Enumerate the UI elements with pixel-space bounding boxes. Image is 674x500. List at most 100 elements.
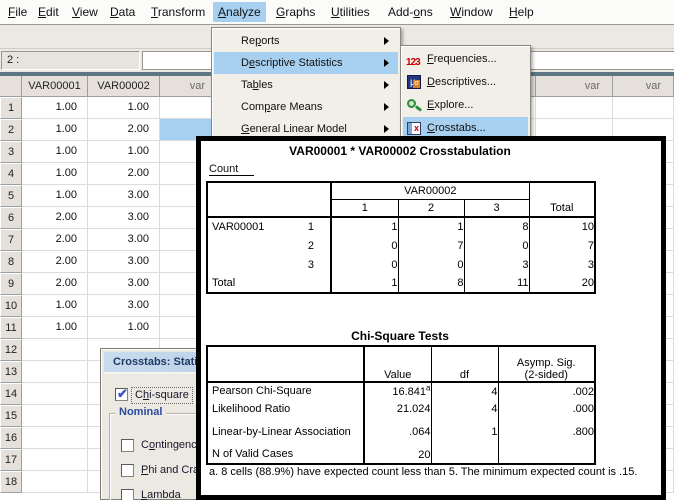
crosstab-cell: 0 bbox=[331, 236, 398, 255]
menu-item-graphs[interactable]: Graphs bbox=[271, 2, 320, 22]
row-header[interactable]: 15 bbox=[0, 405, 22, 427]
data-cell[interactable]: 1.00 bbox=[88, 141, 160, 163]
row-header[interactable]: 6 bbox=[0, 207, 22, 229]
crosstab-row-stub: 2 bbox=[207, 236, 331, 255]
menu-item-file[interactable]: File bbox=[3, 2, 32, 22]
row-header[interactable]: 10 bbox=[0, 295, 22, 317]
crosstab-cell: 20 bbox=[529, 274, 595, 293]
row-header[interactable]: 11 bbox=[0, 317, 22, 339]
row-header[interactable]: 17 bbox=[0, 449, 22, 471]
chi-square-checkbox[interactable]: ✔ bbox=[115, 388, 128, 401]
menu-item-data[interactable]: Data bbox=[105, 2, 140, 22]
data-cell[interactable] bbox=[22, 361, 88, 383]
cell-reference-box: 2 : bbox=[1, 51, 140, 70]
submenu-item-frequencies[interactable]: Frequencies...123 bbox=[403, 48, 528, 71]
row-header[interactable]: 4 bbox=[0, 163, 22, 185]
data-cell[interactable] bbox=[613, 97, 674, 119]
data-cell[interactable]: 1.00 bbox=[22, 97, 88, 119]
crosstab-title: VAR00001 * VAR00002 Crosstabulation bbox=[201, 144, 599, 158]
column-header-var[interactable]: var bbox=[536, 76, 613, 97]
row-header[interactable]: 1 bbox=[0, 97, 22, 119]
data-cell[interactable] bbox=[22, 339, 88, 361]
row-header[interactable]: 5 bbox=[0, 185, 22, 207]
row-header[interactable]: 7 bbox=[0, 229, 22, 251]
lambda-checkbox[interactable] bbox=[121, 489, 134, 500]
chi-value-header: Value bbox=[364, 346, 431, 382]
menu-item-edit[interactable]: Edit bbox=[33, 2, 64, 22]
menu-item-help[interactable]: Help bbox=[504, 2, 539, 22]
menu-item-window[interactable]: Window bbox=[445, 2, 498, 22]
data-cell[interactable]: 3.00 bbox=[88, 229, 160, 251]
crosstab-col-category: 3 bbox=[464, 199, 529, 217]
row-header[interactable]: 3 bbox=[0, 141, 22, 163]
data-cell[interactable]: 1.00 bbox=[22, 119, 88, 141]
data-cell[interactable] bbox=[22, 383, 88, 405]
crosstab-stub-spacer bbox=[207, 199, 331, 217]
data-cell[interactable]: 3.00 bbox=[88, 295, 160, 317]
menu-item-analyze[interactable]: Analyze bbox=[213, 2, 266, 22]
crosstab-col-category: 2 bbox=[398, 199, 464, 217]
crosstab-row-stub: VAR000011 bbox=[207, 217, 331, 236]
chi-df-cell: 4 bbox=[431, 382, 498, 400]
chi-value-cell: 21.024 bbox=[364, 400, 431, 418]
data-cell[interactable]: 3.00 bbox=[88, 273, 160, 295]
lambda-checkbox-label[interactable]: Lambda bbox=[141, 488, 181, 500]
data-cell[interactable] bbox=[22, 405, 88, 427]
analyze-menu-item-descriptive-statistics[interactable]: Descriptive Statistics bbox=[214, 52, 398, 74]
chi-sig-header: Asymp. Sig.(2-sided) bbox=[498, 346, 595, 382]
data-cell[interactable]: 2.00 bbox=[22, 229, 88, 251]
data-cell[interactable] bbox=[22, 471, 88, 493]
row-header[interactable]: 16 bbox=[0, 427, 22, 449]
column-header-var[interactable]: var bbox=[613, 76, 674, 97]
submenu-arrow-icon bbox=[384, 125, 389, 133]
crosstab-colvar-header: VAR00002 bbox=[331, 182, 529, 199]
menu-item-transform[interactable]: Transform bbox=[146, 2, 210, 22]
data-cell[interactable]: 1.00 bbox=[22, 295, 88, 317]
row-header[interactable]: 13 bbox=[0, 361, 22, 383]
contingency-coefficient-checkbox[interactable] bbox=[121, 439, 134, 452]
column-header-var00002[interactable]: VAR00002 bbox=[88, 76, 160, 97]
data-cell[interactable]: 1.00 bbox=[22, 185, 88, 207]
column-header-var00001[interactable]: VAR00001 bbox=[22, 76, 88, 97]
row-header[interactable]: 14 bbox=[0, 383, 22, 405]
data-cell[interactable]: 2.00 bbox=[22, 251, 88, 273]
phi-and-cramer-s-v-checkbox[interactable] bbox=[121, 464, 134, 477]
chi-sig-cell bbox=[498, 446, 595, 464]
data-cell[interactable]: 3.00 bbox=[88, 207, 160, 229]
data-cell[interactable]: 1.00 bbox=[22, 141, 88, 163]
chi-sig-cell: .000 bbox=[498, 400, 595, 418]
data-cell[interactable] bbox=[22, 449, 88, 471]
data-cell[interactable]: 1.00 bbox=[88, 97, 160, 119]
data-cell[interactable]: 1.00 bbox=[22, 163, 88, 185]
chi-square-checkbox-label[interactable]: Chi-square bbox=[131, 387, 193, 404]
data-cell[interactable]: 2.00 bbox=[88, 119, 160, 141]
crosstab-cell: 8 bbox=[464, 217, 529, 236]
data-cell[interactable]: 2.00 bbox=[22, 207, 88, 229]
menu-item-utilities[interactable]: Utilities bbox=[326, 2, 375, 22]
crosstab-cell: 3 bbox=[529, 255, 595, 274]
crosstab-row-stub: 3 bbox=[207, 255, 331, 274]
row-header[interactable]: 12 bbox=[0, 339, 22, 361]
data-cell[interactable]: 3.00 bbox=[88, 251, 160, 273]
analyze-menu-item-tables[interactable]: Tables bbox=[214, 74, 398, 96]
chi-value-cell: 20 bbox=[364, 446, 431, 464]
analyze-menu-item-reports[interactable]: Reports bbox=[214, 30, 398, 52]
submenu-item-descriptives[interactable]: Descriptives...μσ bbox=[403, 71, 528, 94]
analyze-menu-item-compare-means[interactable]: Compare Means bbox=[214, 96, 398, 118]
data-cell[interactable]: 2.00 bbox=[88, 163, 160, 185]
data-cell[interactable]: 3.00 bbox=[88, 185, 160, 207]
row-header[interactable]: 18 bbox=[0, 471, 22, 493]
data-cell[interactable]: 1.00 bbox=[88, 317, 160, 339]
data-cell[interactable]: 2.00 bbox=[22, 273, 88, 295]
chi-df-header: df bbox=[431, 346, 498, 382]
crosstab-total-header-spacer bbox=[529, 182, 595, 199]
data-cell[interactable] bbox=[536, 97, 613, 119]
data-cell[interactable] bbox=[22, 427, 88, 449]
menu-item-add-ons[interactable]: Add-ons bbox=[383, 2, 438, 22]
row-header[interactable]: 2 bbox=[0, 119, 22, 141]
menu-item-view[interactable]: View bbox=[67, 2, 103, 22]
row-header[interactable]: 8 bbox=[0, 251, 22, 273]
data-cell[interactable]: 1.00 bbox=[22, 317, 88, 339]
submenu-item-explore[interactable]: Explore... bbox=[403, 94, 528, 117]
row-header[interactable]: 9 bbox=[0, 273, 22, 295]
